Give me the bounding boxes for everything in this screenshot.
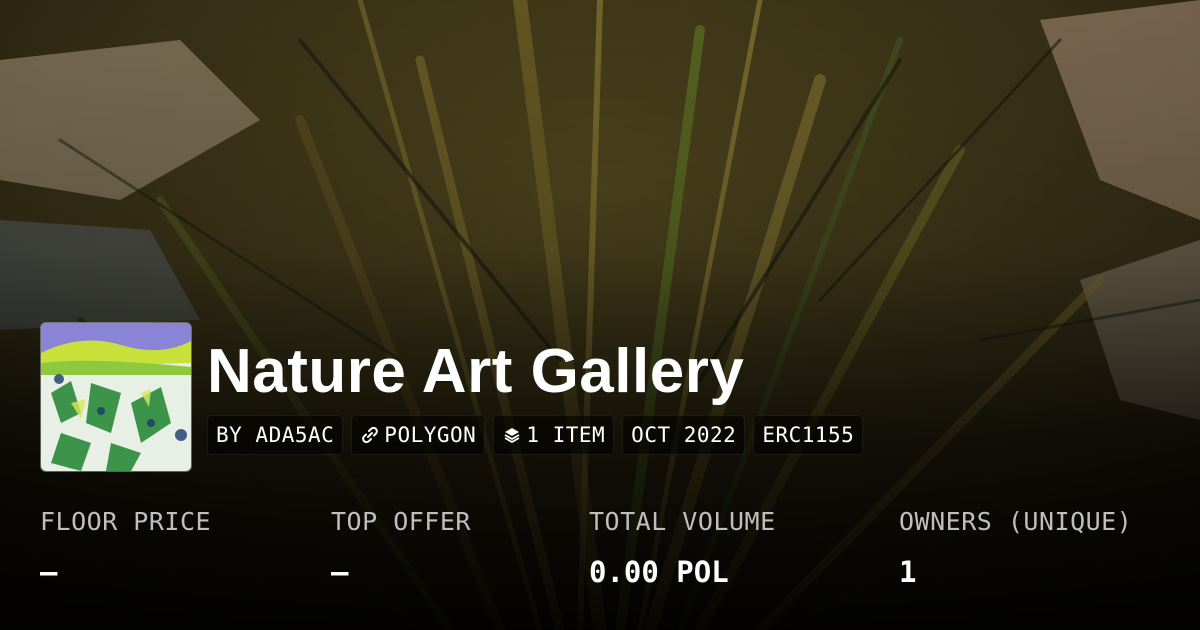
date-label: OCT 2022 — [631, 423, 737, 447]
standard-label: ERC1155 — [762, 423, 855, 447]
creator-label: BY ADA5AC — [216, 423, 335, 447]
stat-label: TOTAL VOLUME — [589, 507, 776, 536]
stat-label: FLOOR PRICE — [40, 507, 212, 536]
stat-value: – — [40, 555, 58, 589]
link-icon — [360, 425, 380, 445]
stat-total-volume: TOTAL VOLUME 0.00 POL — [589, 505, 776, 590]
layers-icon — [502, 425, 522, 445]
stat-floor-price: FLOOR PRICE – — [40, 505, 211, 590]
items-label: 1 ITEM — [526, 423, 606, 447]
stat-value: 1 — [899, 555, 917, 589]
creator-badge[interactable]: BY ADA5AC — [207, 415, 344, 455]
stat-label: TOP OFFER — [331, 507, 471, 536]
stat-label: OWNERS (UNIQUE) — [899, 507, 1133, 536]
items-badge[interactable]: 1 ITEM — [493, 415, 615, 455]
collection-title: Nature Art Gallery — [207, 337, 745, 406]
standard-badge: ERC1155 — [753, 415, 864, 455]
collection-badges: BY ADA5AC POLYGON 1 ITEM OCT 2022 ERC115… — [207, 415, 864, 455]
chain-label: POLYGON — [384, 423, 477, 447]
date-badge: OCT 2022 — [622, 415, 746, 455]
stat-top-offer: TOP OFFER – — [331, 505, 471, 590]
collection-thumbnail[interactable] — [40, 322, 192, 472]
chain-badge[interactable]: POLYGON — [351, 415, 486, 455]
stat-owners: OWNERS (UNIQUE) 1 — [899, 505, 1132, 590]
stat-value: 0.00 POL — [589, 555, 729, 589]
stat-value: – — [331, 555, 349, 589]
